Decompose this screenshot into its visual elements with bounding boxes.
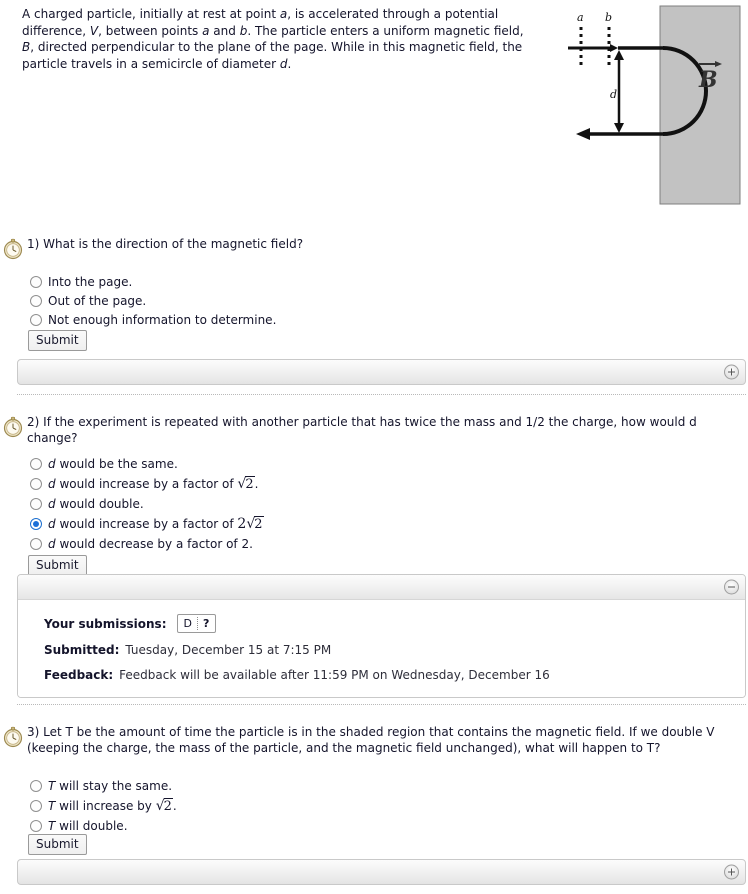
question-2-title: 2) If the experiment is repeated with an… [27, 414, 742, 446]
question-3-option-1[interactable]: T will increase by √2. [30, 796, 177, 816]
stopwatch-icon [2, 238, 24, 260]
question-3-submissions-bar[interactable] [17, 859, 746, 885]
question-2-prompt: If the experiment is repeated with anoth… [27, 415, 697, 445]
question-1-option-0[interactable]: Into the page. [30, 272, 276, 291]
section-divider-2 [17, 704, 746, 705]
radio-button[interactable] [30, 800, 42, 812]
radio-button[interactable] [30, 518, 42, 530]
question-2-submit-button[interactable]: Submit [28, 555, 87, 576]
question-2-option-4[interactable]: d would decrease by a factor of 2. [30, 534, 264, 554]
question-1-submissions-bar[interactable] [17, 359, 746, 385]
question-1-options: Into the page. Out of the page. Not enou… [30, 272, 276, 329]
question-1-submit-button[interactable]: Submit [28, 330, 87, 351]
submitted-label: Submitted: [44, 643, 120, 657]
feedback-row: Feedback: Feedback will be available aft… [44, 667, 745, 683]
question-2-number: 2) [27, 415, 40, 429]
option-label: d would increase by a factor of √2. [48, 476, 259, 492]
radio-button[interactable] [30, 498, 42, 510]
submissions-panel-body: Your submissions: D ? Submitted: Tuesday… [18, 600, 745, 697]
question-3-option-2[interactable]: T will double. [30, 816, 177, 836]
option-label: T will double. [48, 819, 128, 833]
question-1-prompt: What is the direction of the magnetic fi… [43, 237, 304, 251]
question-2-submissions-panel: Your submissions: D ? Submitted: Tuesday… [17, 574, 746, 698]
radio-button[interactable] [30, 275, 42, 288]
option-label: d would be the same. [48, 457, 178, 471]
question-3-number: 3) [27, 725, 40, 739]
option-label: T will increase by √2. [48, 798, 177, 814]
question-3-option-0[interactable]: T will stay the same. [30, 776, 177, 796]
svg-text:b: b [605, 11, 612, 24]
feedback-label: Feedback: [44, 668, 114, 682]
expand-icon[interactable] [724, 364, 739, 380]
radio-button[interactable] [30, 294, 42, 307]
radio-button[interactable] [30, 538, 42, 550]
question-2-option-3[interactable]: d would increase by a factor of 2√2 [30, 514, 264, 534]
radio-button[interactable] [30, 313, 42, 326]
submissions-row: Your submissions: D ? [44, 614, 745, 633]
expand-icon[interactable] [724, 864, 739, 880]
radio-button[interactable] [30, 478, 42, 490]
question-3-submit-button[interactable]: Submit [28, 834, 87, 855]
problem-statement-text: A charged particle, initially at rest at… [22, 7, 524, 71]
stopwatch-icon [2, 726, 24, 748]
question-2-options: d would be the same. d would increase by… [30, 454, 264, 554]
collapse-icon[interactable] [724, 579, 739, 595]
question-1-option-2[interactable]: Not enough information to determine. [30, 310, 276, 329]
question-2-option-0[interactable]: d would be the same. [30, 454, 264, 474]
radio-button[interactable] [30, 780, 42, 792]
question-3-title: 3) Let T be the amount of time the parti… [27, 724, 717, 756]
answer-chip-answer: D [183, 617, 192, 630]
answer-chip-status: ? [202, 617, 210, 630]
option-label: d would double. [48, 497, 144, 511]
option-label: T will stay the same. [48, 779, 173, 793]
svg-text:a: a [577, 11, 584, 24]
answer-chip[interactable]: D ? [176, 614, 217, 633]
radio-button[interactable] [30, 820, 42, 832]
question-3-prompt: Let T be the amount of time the particle… [27, 725, 715, 755]
svg-text:B: B [698, 67, 718, 93]
section-divider-1 [17, 394, 746, 395]
option-label: Out of the page. [48, 293, 147, 308]
question-2-option-2[interactable]: d would double. [30, 494, 264, 514]
submitted-value: Tuesday, December 15 at 7:15 PM [125, 643, 332, 657]
option-label: Not enough information to determine. [48, 312, 277, 327]
option-label: d would decrease by a factor of 2. [48, 537, 253, 551]
svg-text:d: d [610, 88, 617, 101]
option-label: Into the page. [48, 274, 133, 289]
option-label: d would increase by a factor of 2√2 [48, 516, 264, 532]
feedback-value: Feedback will be available after 11:59 P… [119, 668, 550, 682]
submitted-row: Submitted: Tuesday, December 15 at 7:15 … [44, 642, 745, 658]
stopwatch-icon [2, 416, 24, 438]
question-1-number: 1) [27, 237, 40, 251]
question-1-title: 1) What is the direction of the magnetic… [27, 236, 742, 252]
problem-statement-section: A charged particle, initially at rest at… [0, 0, 748, 205]
submissions-label: Your submissions: [44, 616, 167, 631]
magnetic-field-diagram: a b d B [566, 2, 742, 207]
question-2-option-1[interactable]: d would increase by a factor of √2. [30, 474, 264, 494]
radio-button[interactable] [30, 458, 42, 470]
question-1-option-1[interactable]: Out of the page. [30, 291, 276, 310]
submissions-panel-header[interactable] [18, 575, 745, 600]
question-3-options: T will stay the same. T will increase by… [30, 776, 177, 836]
